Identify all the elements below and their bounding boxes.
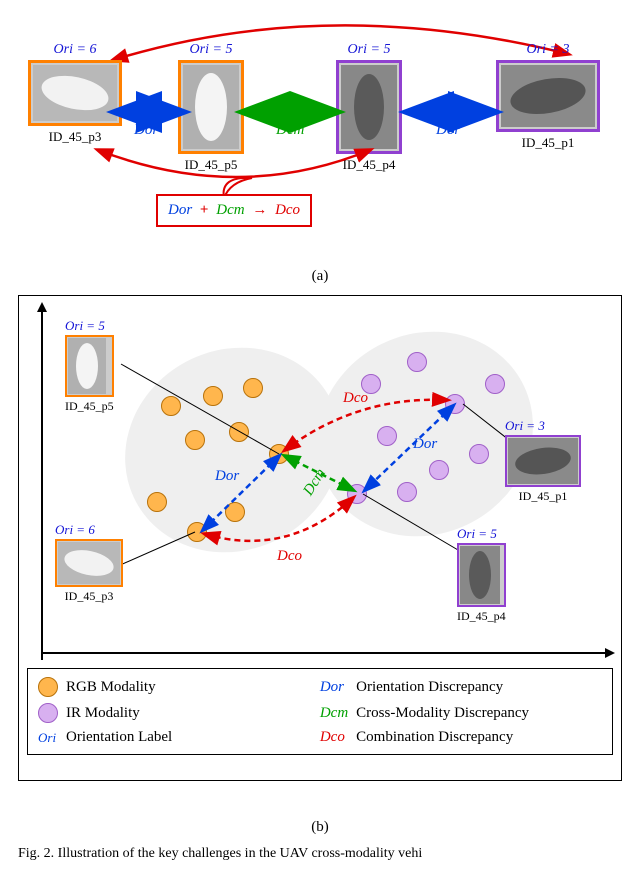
mini-id45p3: Ori = 6 ID_45_p3 bbox=[55, 522, 123, 604]
figure-caption: Fig. 2. Illustration of the key challeng… bbox=[18, 846, 622, 862]
legend-text: Orientation Label bbox=[66, 729, 312, 746]
vehicle-image bbox=[496, 60, 600, 132]
dcm-label: Dcm bbox=[276, 122, 304, 139]
vehicle-image bbox=[336, 60, 402, 154]
dor-label: Dor bbox=[134, 122, 158, 139]
mini-id45p1: Ori = 3 ID_45_p1 bbox=[505, 418, 581, 504]
formula-box: Dor + Dcm → Dco bbox=[156, 194, 312, 227]
dor-label: Dor bbox=[215, 468, 239, 485]
id-label: ID_45_p3 bbox=[55, 589, 123, 604]
dor-arrow-1 bbox=[114, 102, 184, 122]
id-label: ID_45_p1 bbox=[505, 489, 581, 504]
legend-dot-ir bbox=[38, 703, 58, 723]
dor-label: Dor bbox=[436, 122, 460, 139]
figure: Ori = 6 ID_45_p3 Ori = 5 ID_45_p5 Ori = … bbox=[18, 12, 622, 862]
legend-text: RGB Modality bbox=[66, 679, 312, 696]
vehicle-image bbox=[178, 60, 244, 154]
panel-a: Ori = 6 ID_45_p3 Ori = 5 ID_45_p5 Ori = … bbox=[18, 12, 622, 262]
dor-arrow-2 bbox=[406, 102, 496, 122]
vehicle-image bbox=[55, 539, 123, 587]
mini-id45p4: Ori = 5 ID_45_p4 bbox=[457, 526, 506, 624]
mini-id45p5: Ori = 5 ID_45_p5 bbox=[65, 318, 114, 414]
ori-label: Ori = 6 bbox=[55, 522, 123, 538]
panel-b-frame: Dor Dor Dcm Dco Dco Ori = 5 ID_45_p5 Ori… bbox=[18, 295, 622, 781]
x-axis bbox=[41, 652, 607, 654]
formula-dcm: Dcm bbox=[216, 202, 244, 218]
dor-label: Dor bbox=[413, 436, 437, 453]
dco-label: Dco bbox=[343, 390, 368, 407]
id-label: ID_45_p5 bbox=[65, 399, 114, 414]
id-label: ID_45_p1 bbox=[522, 135, 575, 151]
thumb-id45p3: Ori = 6 ID_45_p3 bbox=[28, 42, 122, 145]
panel-b-caption: (b) bbox=[18, 819, 622, 836]
dcm-arrow bbox=[242, 102, 338, 122]
formula-dor: Dor bbox=[168, 202, 192, 218]
panel-a-caption: (a) bbox=[18, 268, 622, 285]
legend-text: Orientation Discrepancy bbox=[356, 679, 602, 696]
ori-label: Ori = 6 bbox=[54, 42, 97, 58]
legend-sym-dco: Dco bbox=[320, 729, 348, 746]
id-label: ID_45_p4 bbox=[457, 609, 506, 624]
ori-label: Ori = 3 bbox=[527, 42, 570, 58]
legend-sym-dcm: Dcm bbox=[320, 705, 348, 722]
vehicle-image bbox=[28, 60, 122, 126]
ori-label: Ori = 5 bbox=[348, 42, 391, 58]
legend-sym-dor: Dor bbox=[320, 679, 348, 696]
legend-text: Cross-Modality Discrepancy bbox=[356, 705, 602, 722]
ori-label: Ori = 5 bbox=[190, 42, 233, 58]
ori-label: Ori = 3 bbox=[505, 418, 581, 434]
scatter-chart: Dor Dor Dcm Dco Dco Ori = 5 ID_45_p5 Ori… bbox=[27, 304, 613, 660]
dco-label: Dco bbox=[277, 548, 302, 565]
vehicle-image bbox=[457, 543, 506, 607]
ori-label: Ori = 5 bbox=[65, 318, 114, 334]
vehicle-image bbox=[505, 435, 581, 487]
legend-text: IR Modality bbox=[66, 705, 312, 722]
legend-dot-rgb bbox=[38, 677, 58, 697]
ori-label: Ori = 5 bbox=[457, 526, 506, 542]
formula-dco: Dco bbox=[275, 202, 300, 218]
legend: RGB Modality Dor Orientation Discrepancy… bbox=[27, 668, 613, 755]
panel-b: Dor Dor Dcm Dco Dco Ori = 5 ID_45_p5 Ori… bbox=[18, 295, 622, 813]
legend-sym-ori: Ori bbox=[38, 730, 58, 746]
arrow-icon: → bbox=[248, 202, 271, 218]
plus-icon: + bbox=[196, 202, 213, 218]
legend-text: Combination Discrepancy bbox=[356, 729, 602, 746]
thumb-id45p1: Ori = 3 ID_45_p1 bbox=[496, 42, 600, 151]
vehicle-image bbox=[65, 335, 114, 397]
